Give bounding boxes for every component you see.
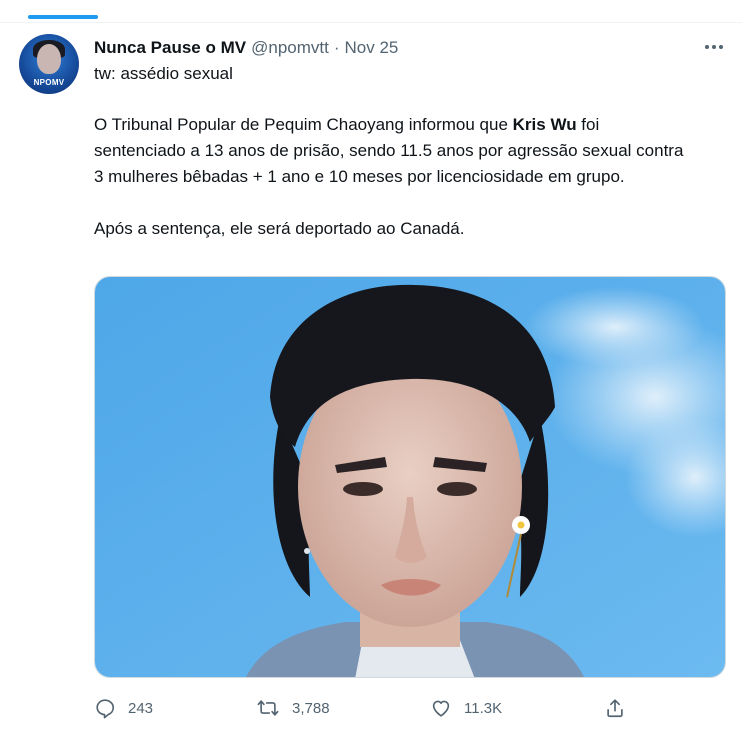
top-bar <box>0 0 742 23</box>
avatar[interactable]: NPOMV <box>19 34 79 94</box>
heart-icon <box>432 700 450 717</box>
like-count: 11.3K <box>464 699 503 717</box>
tweet-date[interactable]: Nov 25 <box>345 38 399 58</box>
retweet-count: 3,788 <box>292 699 330 717</box>
content-warning: tw: assédio sexual <box>94 64 233 83</box>
tweet-actions: 243 3,788 11.3K <box>94 694 654 722</box>
share-icon <box>607 699 623 718</box>
tweet-header: Nunca Pause o MV @npomvtt · Nov 25 <box>94 37 398 59</box>
active-tab-indicator <box>28 15 98 19</box>
like-button[interactable]: 11.3K <box>430 694 502 722</box>
reply-icon <box>96 699 115 719</box>
share-button[interactable] <box>604 694 638 722</box>
more-options-icon[interactable] <box>701 37 727 57</box>
author-display-name[interactable]: Nunca Pause o MV <box>94 38 246 58</box>
avatar-label: NPOMV <box>33 78 65 87</box>
portrait-photo <box>95 277 725 677</box>
tweet-paragraph-1: O Tribunal Popular de Pequim Chaoyang in… <box>94 115 684 186</box>
tweet-paragraph-2: Após a sentença, ele será deportado ao C… <box>94 219 465 238</box>
reply-count: 243 <box>128 699 154 717</box>
separator-dot: · <box>333 38 340 57</box>
author-handle[interactable]: @npomvtt <box>251 38 329 58</box>
tweet-media-image[interactable] <box>94 276 726 678</box>
retweet-button[interactable]: 3,788 <box>256 694 330 722</box>
reply-button[interactable]: 243 <box>94 694 153 722</box>
tweet-body: O Tribunal Popular de Pequim Chaoyang in… <box>94 112 694 242</box>
retweet-icon <box>257 700 279 716</box>
bold-name: Kris Wu <box>512 115 577 134</box>
